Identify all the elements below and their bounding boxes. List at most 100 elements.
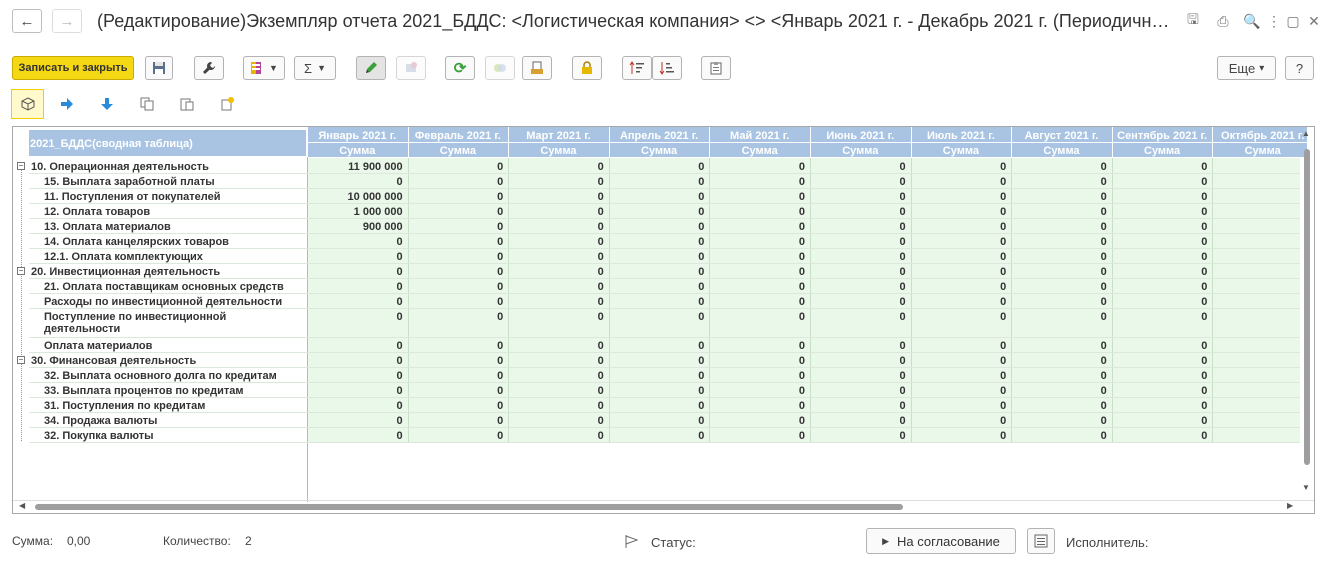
value-cell[interactable]: 11 900 000 (307, 160, 402, 174)
table-row[interactable]: 12.1. Оплата комплектующих 0 0 0 0 0 0 0 0 0 (13, 249, 1300, 264)
value-cell[interactable]: 0 (1011, 220, 1107, 234)
value-cell[interactable]: 0 (911, 384, 1006, 398)
value-cell[interactable]: 0 (1011, 354, 1107, 368)
clipboard-button[interactable] (701, 56, 731, 80)
save-button[interactable] (145, 56, 173, 80)
value-cell[interactable]: 0 (911, 369, 1006, 383)
value-cell[interactable]: 0 (307, 429, 402, 443)
value-cell[interactable]: 900 000 (307, 220, 403, 234)
value-cell[interactable]: 0 (508, 339, 604, 353)
move-right-button[interactable] (55, 93, 79, 115)
maximize-icon[interactable]: ▢ (1283, 11, 1303, 31)
value-cell[interactable]: 0 (1011, 369, 1107, 383)
value-cell[interactable]: 0 (307, 265, 402, 279)
value-cell[interactable]: 0 (408, 235, 503, 249)
value-cell[interactable]: 0 (810, 354, 905, 368)
table-row[interactable]: Поступление по инвестиционной деятельнос… (13, 309, 1300, 338)
value-cell[interactable]: 0 (508, 220, 604, 234)
value-cell[interactable]: 0 (810, 399, 905, 413)
value-cell[interactable]: 0 (307, 295, 402, 309)
value-cell[interactable]: 0 (1011, 310, 1107, 324)
value-cell[interactable]: 0 (1112, 175, 1207, 189)
value-cell[interactable]: 0 (810, 429, 905, 443)
paste-button[interactable] (175, 93, 199, 115)
value-cell[interactable]: 0 (307, 339, 402, 353)
value-cell[interactable]: 0 (307, 235, 402, 249)
value-cell[interactable]: 0 (1011, 175, 1107, 189)
table-row[interactable]: Оплата материалов 0 0 0 0 0 0 0 0 0 (13, 338, 1300, 353)
value-cell[interactable]: 0 (408, 220, 503, 234)
value-cell[interactable]: 0 (609, 310, 704, 324)
value-cell[interactable]: 0 (1112, 220, 1207, 234)
value-cell[interactable]: 0 (508, 265, 604, 279)
value-cell[interactable]: 0 (307, 280, 402, 294)
value-cell[interactable]: 0 (307, 369, 402, 383)
value-cell[interactable]: 0 (1112, 354, 1207, 368)
value-cell[interactable]: 0 (508, 354, 604, 368)
table-row[interactable]: 34. Продажа валюты 0 0 0 0 0 0 0 0 0 (13, 413, 1300, 428)
value-cell[interactable]: 0 (709, 220, 805, 234)
value-cell[interactable]: 0 (1112, 235, 1207, 249)
value-cell[interactable]: 0 (911, 414, 1006, 428)
value-cell[interactable]: 0 (911, 175, 1006, 189)
value-cell[interactable]: 0 (911, 354, 1006, 368)
table-row[interactable]: Расходы по инвестиционной деятельности 0 0… (13, 294, 1300, 309)
value-cell[interactable]: 0 (709, 175, 805, 189)
value-cell[interactable]: 0 (408, 205, 503, 219)
value-cell[interactable]: 0 (508, 250, 604, 264)
value-cell[interactable]: 0 (609, 384, 704, 398)
value-cell[interactable]: 0 (307, 414, 402, 428)
value-cell[interactable]: 0 (508, 414, 604, 428)
value-cell[interactable]: 0 (1112, 414, 1207, 428)
value-cell[interactable]: 0 (408, 399, 503, 413)
value-cell[interactable]: 0 (1011, 384, 1107, 398)
value-cell[interactable]: 0 (810, 265, 905, 279)
scroll-left-icon[interactable]: ◀ (19, 501, 25, 510)
value-cell[interactable]: 0 (1112, 190, 1207, 204)
value-cell[interactable]: 0 (1011, 339, 1107, 353)
value-cell[interactable]: 0 (609, 295, 704, 309)
collapse-icon[interactable]: − (17, 162, 25, 170)
value-cell[interactable]: 0 (609, 354, 704, 368)
value-cell[interactable]: 0 (609, 190, 704, 204)
value-cell[interactable]: 0 (911, 250, 1006, 264)
close-icon[interactable]: ✕ (1304, 11, 1324, 31)
value-cell[interactable]: 0 (1011, 399, 1107, 413)
value-cell[interactable]: 0 (408, 339, 503, 353)
value-cell[interactable]: 0 (408, 280, 503, 294)
table-row[interactable]: 15. Выплата заработной платы 0 0 0 0 0 0 0 0 0 (13, 174, 1300, 189)
value-cell[interactable]: 0 (709, 414, 805, 428)
more-vertical-icon[interactable]: ⋮ (1264, 11, 1284, 31)
value-cell[interactable]: 0 (609, 205, 704, 219)
collapse-icon[interactable]: − (17, 267, 25, 275)
value-cell[interactable]: 0 (508, 175, 604, 189)
value-cell[interactable]: 0 (609, 369, 704, 383)
value-cell[interactable]: 0 (508, 369, 604, 383)
value-cell[interactable]: 0 (1112, 310, 1207, 324)
value-cell[interactable]: 0 (1112, 280, 1207, 294)
table-row[interactable]: −20. Инвестиционная деятельность 0 0 0 0 0 0 0 0… (13, 264, 1300, 279)
value-cell[interactable]: 0 (709, 280, 805, 294)
value-cell[interactable]: 0 (911, 265, 1006, 279)
table-row[interactable]: 21. Оплата поставщикам основных средств 0… (13, 279, 1300, 294)
lock-button[interactable] (572, 56, 602, 80)
merge-button[interactable] (485, 56, 515, 80)
sort-asc-button[interactable] (622, 56, 652, 80)
value-cell[interactable]: 0 (911, 429, 1006, 443)
value-cell[interactable]: 0 (609, 235, 704, 249)
value-cell[interactable]: 0 (1112, 339, 1207, 353)
value-cell[interactable]: 0 (508, 310, 604, 324)
value-cell[interactable]: 0 (810, 220, 905, 234)
value-cell[interactable]: 0 (810, 310, 905, 324)
value-cell[interactable]: 0 (408, 354, 503, 368)
value-cell[interactable]: 0 (911, 295, 1006, 309)
value-cell[interactable]: 0 (609, 399, 704, 413)
value-cell[interactable]: 10 000 000 (307, 190, 403, 204)
value-cell[interactable]: 0 (911, 280, 1006, 294)
value-cell[interactable]: 0 (911, 339, 1006, 353)
value-cell[interactable]: 0 (508, 190, 604, 204)
value-cell[interactable]: 0 (609, 175, 704, 189)
value-cell[interactable]: 0 (408, 429, 503, 443)
clear-button[interactable] (396, 56, 426, 80)
value-cell[interactable]: 0 (1011, 295, 1107, 309)
